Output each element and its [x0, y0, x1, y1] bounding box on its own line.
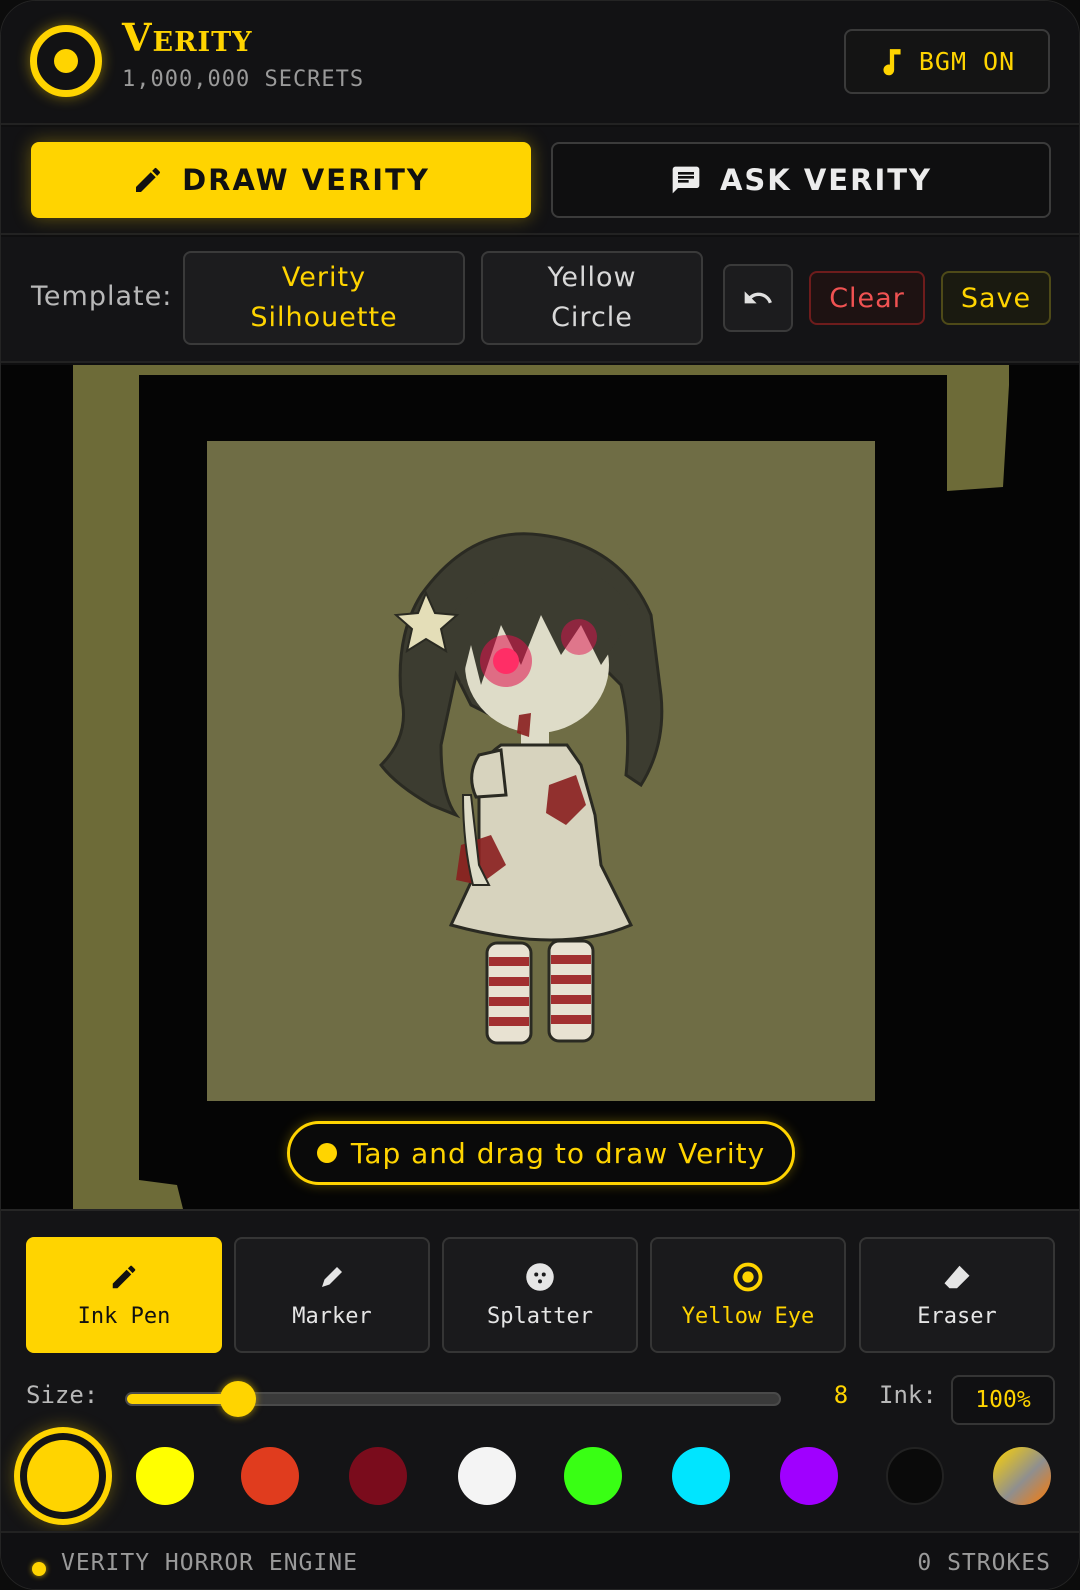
color-swatch[interactable] [780, 1447, 838, 1505]
tab-ask-label: ASK VERITY [719, 163, 933, 197]
color-swatch[interactable] [241, 1447, 299, 1505]
pencil-icon [136, 167, 161, 192]
color-swatch[interactable] [136, 1447, 194, 1505]
splatter-icon [526, 1262, 554, 1291]
undo-icon [744, 291, 772, 304]
engine-label: VERITY HORROR ENGINE [61, 1550, 358, 1576]
app-title: Verity [122, 15, 253, 60]
status-bar: VERITY HORROR ENGINE 0 STROKES [1, 1531, 1079, 1589]
color-swatch[interactable] [349, 1447, 407, 1505]
color-swatch[interactable] [993, 1447, 1051, 1505]
tool-label: Eraser [917, 1303, 997, 1329]
tool-splatter[interactable]: Splatter [442, 1237, 638, 1353]
tab-draw-verity[interactable]: DRAW VERITY [31, 142, 531, 218]
tool-yellow-eye[interactable]: Yellow Eye [650, 1237, 846, 1353]
app-subtitle: 1,000,000 SECRETS [122, 67, 365, 92]
music-note-icon [883, 48, 901, 75]
color-swatch[interactable] [672, 1447, 730, 1505]
undo-button[interactable] [723, 264, 793, 332]
size-value: 8 [833, 1381, 849, 1409]
template-verity-silhouette-button[interactable]: Verity Silhouette [183, 251, 465, 345]
bgm-label: BGM ON [918, 47, 1016, 76]
size-label: Size: [26, 1381, 99, 1409]
clear-button[interactable]: Clear [809, 271, 925, 325]
eye-icon [733, 1262, 763, 1291]
eraser-icon [944, 1265, 970, 1288]
size-slider-thumb[interactable] [219, 1381, 256, 1417]
app-header: Verity 1,000,000 SECRETS BGM ON [1, 1, 1079, 125]
template-yellow-circle-button[interactable]: Yellow Circle [481, 251, 703, 345]
hint-dot-icon [316, 1143, 337, 1163]
template-toolbar: Template: Verity Silhouette Yellow Circl… [1, 237, 1079, 363]
status-dot-icon [32, 1562, 46, 1576]
tool-label: Yellow Eye [681, 1303, 815, 1329]
size-slider[interactable] [125, 1381, 781, 1417]
tab-draw-label: DRAW VERITY [182, 163, 430, 197]
yellow-eye-icon [30, 25, 102, 97]
canvas-hint: Tap and drag to draw Verity [287, 1121, 795, 1185]
tab-ask-verity[interactable]: ASK VERITY [551, 142, 1051, 218]
save-button[interactable]: Save [941, 271, 1051, 325]
drawing-canvas[interactable]: Tap and drag to draw Verity [1, 365, 1079, 1209]
tools-panel: Ink Pen Marker Splatter Yellow Eye Erase… [1, 1209, 1079, 1531]
ink-value-field[interactable]: 100% [951, 1375, 1055, 1425]
bgm-toggle-button[interactable]: BGM ON [844, 29, 1050, 94]
tool-ink-pen[interactable]: Ink Pen [26, 1237, 222, 1353]
color-swatch[interactable] [564, 1447, 622, 1505]
mode-tabs: DRAW VERITY ASK VERITY [1, 127, 1079, 235]
marker-icon [322, 1266, 342, 1287]
stroke-count: 0 STROKES [917, 1550, 1051, 1576]
tool-label: Marker [292, 1303, 372, 1329]
app-frame: Verity 1,000,000 SECRETS BGM ON DRAW VER… [0, 0, 1080, 1590]
ink-label: Ink: [879, 1381, 937, 1409]
color-swatch[interactable] [886, 1447, 944, 1505]
template-label: Template: [31, 281, 173, 312]
color-swatch[interactable] [27, 1440, 99, 1512]
tool-label: Ink Pen [77, 1303, 171, 1329]
chat-icon [672, 166, 700, 194]
pen-icon [112, 1265, 136, 1288]
tool-marker[interactable]: Marker [234, 1237, 430, 1353]
color-swatch[interactable] [458, 1447, 516, 1505]
tool-label: Splatter [487, 1303, 593, 1329]
tool-eraser[interactable]: Eraser [859, 1237, 1055, 1353]
canvas-artwork [73, 365, 1009, 1209]
hint-text: Tap and drag to draw Verity [350, 1136, 766, 1170]
